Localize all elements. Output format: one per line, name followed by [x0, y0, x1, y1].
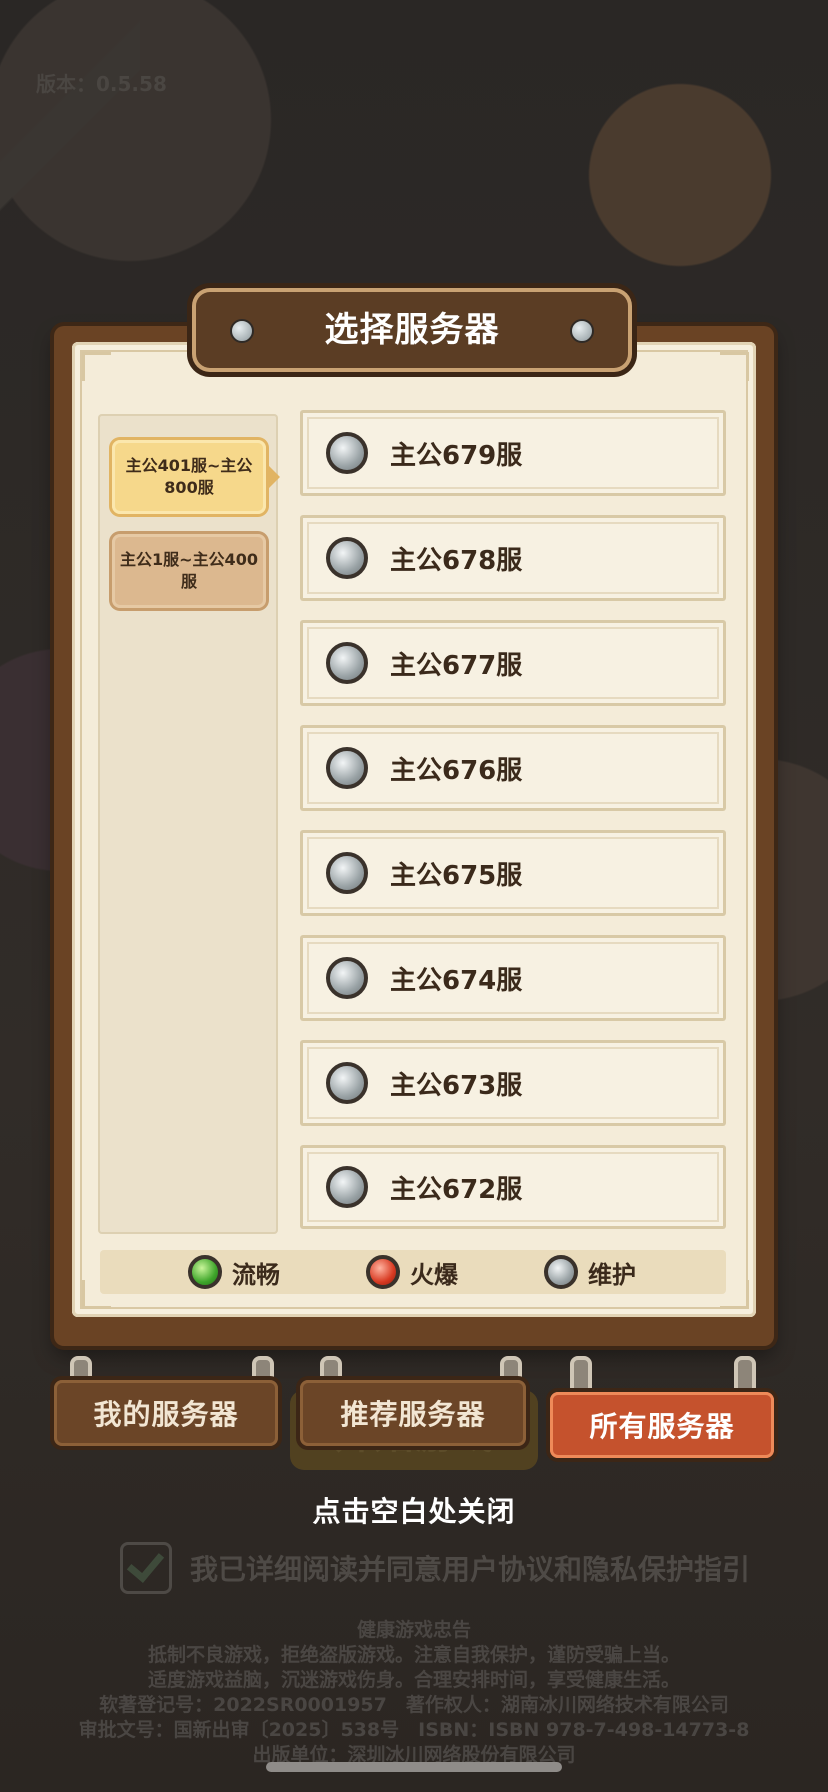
status-maintenance-icon — [326, 1166, 368, 1208]
server-name: 主公673服 — [390, 1070, 523, 1101]
corner-ornament — [82, 352, 111, 381]
hook-icon — [570, 1356, 592, 1396]
status-maintenance-icon — [326, 852, 368, 894]
legend-smooth: 流畅 — [188, 1255, 280, 1290]
server-item[interactable]: 主公672服 — [300, 1145, 726, 1229]
range-tab-1-400[interactable]: 主公1服~主公400服 — [112, 534, 266, 608]
rivet-icon — [570, 319, 594, 343]
advisory-line: 健康游戏忠告 — [356, 1619, 471, 1641]
advisory-line: 软著登记号：2022SR0001957 著作权人：湖南冰川网络技术有限公司 — [99, 1694, 729, 1716]
server-name: 主公675服 — [390, 860, 523, 891]
status-hot-icon — [366, 1255, 400, 1289]
server-name: 主公679服 — [390, 440, 523, 471]
status-maintenance-icon — [326, 1062, 368, 1104]
checkbox-icon — [120, 1542, 172, 1594]
legend-smooth-label: 流畅 — [232, 1260, 280, 1289]
legend-hot-label: 火爆 — [410, 1260, 458, 1289]
dialog-title-plate: 选择服务器 — [192, 288, 632, 372]
server-name: 主公677服 — [390, 650, 523, 681]
dialog-title: 选择服务器 — [324, 310, 500, 350]
tab-all-servers[interactable]: 所有服务器 — [550, 1392, 774, 1458]
legend-maintenance: 维护 — [544, 1255, 636, 1290]
server-name: 主公678服 — [390, 545, 523, 576]
advisory-line: 审批文号：国新出审〔2025〕538号 ISBN：ISBN 978-7-498-… — [78, 1719, 750, 1741]
legend-maintenance-label: 维护 — [588, 1260, 636, 1289]
status-maintenance-icon — [326, 537, 368, 579]
server-item[interactable]: 主公679服 — [300, 410, 726, 496]
server-item[interactable]: 主公675服 — [300, 830, 726, 916]
version-label: 版本：0.5.58 — [36, 72, 167, 96]
status-maintenance-icon — [326, 747, 368, 789]
agreement-row: 我已详细阅读并同意用户协议和隐私保护指引 — [120, 1540, 750, 1596]
server-item[interactable]: 主公674服 — [300, 935, 726, 1021]
server-name: 主公672服 — [390, 1174, 523, 1205]
corner-ornament — [720, 352, 749, 381]
status-maintenance-icon — [544, 1255, 578, 1289]
status-legend: 流畅 火爆 维护 — [100, 1250, 726, 1294]
server-item[interactable]: 主公677服 — [300, 620, 726, 706]
close-hint[interactable]: 点击空白处关闭 — [0, 1490, 828, 1530]
background-decoration — [0, 0, 140, 260]
server-name: 主公674服 — [390, 965, 523, 996]
hook-icon — [734, 1356, 756, 1396]
status-maintenance-icon — [326, 957, 368, 999]
tab-my-servers[interactable]: 我的服务器 — [54, 1380, 278, 1446]
status-smooth-icon — [188, 1255, 222, 1289]
home-indicator — [266, 1762, 562, 1772]
server-item[interactable]: 主公678服 — [300, 515, 726, 601]
health-advisory: 健康游戏忠告 抵制不良游戏，拒绝盗版游戏。注意自我保护，谨防受骗上当。 适度游戏… — [0, 1618, 828, 1768]
server-item[interactable]: 主公673服 — [300, 1040, 726, 1126]
legend-hot: 火爆 — [366, 1255, 458, 1290]
range-tab-401-800[interactable]: 主公401服~主公800服 — [112, 440, 280, 514]
agreement-text: 我已详细阅读并同意用户协议和隐私保护指引 — [190, 1553, 751, 1586]
status-maintenance-icon — [326, 642, 368, 684]
advisory-line: 抵制不良游戏，拒绝盗版游戏。注意自我保护，谨防受骗上当。 — [147, 1644, 680, 1666]
server-item[interactable]: 主公676服 — [300, 725, 726, 811]
tab-recommended-servers[interactable]: 推荐服务器 — [300, 1380, 526, 1446]
advisory-line: 适度游戏益脑，沉迷游戏伤身。合理安排时间，享受健康生活。 — [147, 1669, 680, 1691]
status-maintenance-icon — [326, 432, 368, 474]
server-name: 主公676服 — [390, 755, 523, 786]
